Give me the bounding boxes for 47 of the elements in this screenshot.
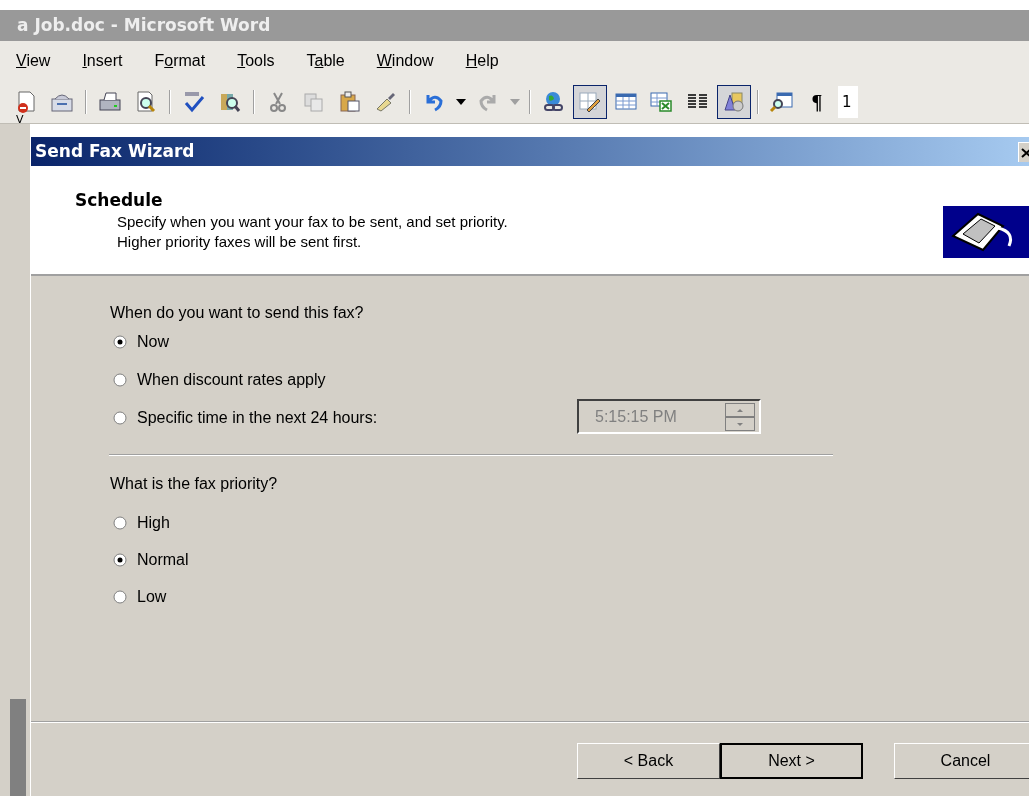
radio-label: Now [137,332,169,352]
menu-item[interactable]: Table [306,49,345,73]
time-value: 5:15:15 PM [594,406,678,427]
radio-option[interactable]: Low [113,587,189,607]
radio-button[interactable] [113,411,127,425]
window-title: a Job.doc - Microsoft Word [17,13,271,37]
radio-button[interactable] [113,335,127,349]
document-map-icon [769,89,795,115]
radio-label: Normal [137,550,189,570]
radio-label: When discount rates apply [137,370,326,390]
close-button[interactable] [1018,142,1029,162]
page-title: Schedule [75,189,163,212]
toolbar-button[interactable] [573,85,607,119]
table-pencil-icon [577,89,603,115]
radio-button[interactable] [113,373,127,387]
dialog-title: Send Fax Wizard [35,139,195,163]
ruler-label: V [16,112,24,128]
spreadsheet-icon [649,89,675,115]
radio-button[interactable] [113,516,127,530]
formatting-marks-button[interactable]: ¶ [800,85,834,119]
menu-item[interactable]: Format [154,49,206,73]
description-text: Higher priority faxes will be sent first. [117,232,363,252]
menu-item[interactable]: Help [465,49,499,73]
zoom-field[interactable]: 1 [838,86,858,118]
dialog-button[interactable]: Next > [720,743,863,779]
radio-label: High [137,513,170,533]
toolbar-button[interactable] [717,85,751,119]
question-label: When do you want to send this fax? [110,303,364,323]
paste-icon [337,89,363,115]
question-label: What is the fax priority? [110,474,278,494]
dialog-button[interactable]: < Back [577,743,720,779]
menu-item[interactable]: Insert [82,49,123,73]
caret-icon [456,99,466,105]
radio-label: Low [137,587,167,607]
menu-item[interactable]: View [16,49,51,73]
radio-option[interactable]: When discount rates apply [113,370,378,390]
menu-item[interactable]: Tools [237,49,275,73]
radio-option[interactable]: High [113,513,189,533]
radio-button[interactable] [113,553,127,567]
shapes-icon [721,89,747,115]
menu-item[interactable]: Window [376,49,434,73]
description-text: Specify when you want your fax to be sent, and set priority. [117,212,508,232]
radio-button[interactable] [113,590,127,604]
radio-option[interactable]: Normal [113,550,189,570]
radio-option[interactable]: Now [113,332,378,352]
caret-icon [510,99,520,105]
dialog-button[interactable]: Cancel [894,743,1029,779]
